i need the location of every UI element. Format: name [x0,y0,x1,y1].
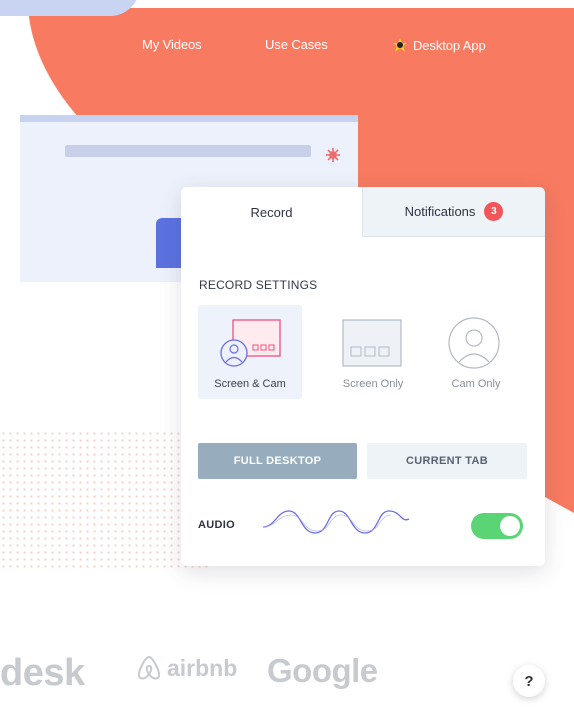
notification-count-badge: 3 [484,202,504,221]
option-screen-and-cam-label: Screen & Cam [214,378,286,390]
option-screen-only-label: Screen Only [342,378,404,390]
option-screen-and-cam[interactable]: Screen & Cam [198,305,302,399]
panel-tabs: Record Notifications 3 [181,187,545,237]
current-tab-button[interactable]: CURRENT TAB [367,443,527,479]
mockup-address-bar [65,145,311,157]
nav-my-videos[interactable]: My Videos [142,37,202,52]
nav-desktop-app-label: Desktop App [413,37,486,53]
tab-record-label: Record [250,204,293,220]
zendesk-logo: desk [0,652,85,694]
audio-wave-icon [262,510,410,534]
tab-notifications-label: Notifications [404,204,476,219]
screen-only-icon [342,319,402,367]
option-screen-only[interactable]: Screen Only [321,305,425,399]
cam-only-icon [448,317,500,369]
audio-label: AUDIO [198,519,235,531]
airbnb-belo-icon [137,655,161,680]
tab-notifications[interactable]: Notifications 3 [362,187,545,237]
customer-logos: desk airbnb Google [0,650,400,700]
airbnb-logo: airbnb [135,654,237,682]
full-desktop-button[interactable]: FULL DESKTOP [198,443,357,479]
record-settings-title: RECORD SETTINGS [199,278,318,292]
sparkle-bug-icon [393,38,407,52]
screen-cam-icon [220,319,281,367]
option-cam-only[interactable]: Cam Only [424,305,528,399]
help-button[interactable]: ? [513,665,545,697]
audio-toggle-knob [500,516,520,536]
tab-record[interactable]: Record [181,187,362,237]
top-decoration [0,0,140,16]
nav-desktop-app[interactable]: Desktop App [392,37,486,53]
nav-use-cases[interactable]: Use Cases [265,37,328,52]
option-cam-only-label: Cam Only [451,378,501,390]
record-panel: Record Notifications 3 RECORD SETTINGS S… [181,187,545,566]
top-nav: My Videos Use Cases Desktop App [0,37,574,57]
dot-pattern [0,430,210,570]
airbnb-logo-text: airbnb [167,654,238,681]
loom-logo-icon [326,148,340,162]
audio-toggle[interactable] [471,513,523,539]
google-logo: Google [267,652,378,689]
page: My Videos Use Cases Desktop App Record N… [0,0,574,719]
